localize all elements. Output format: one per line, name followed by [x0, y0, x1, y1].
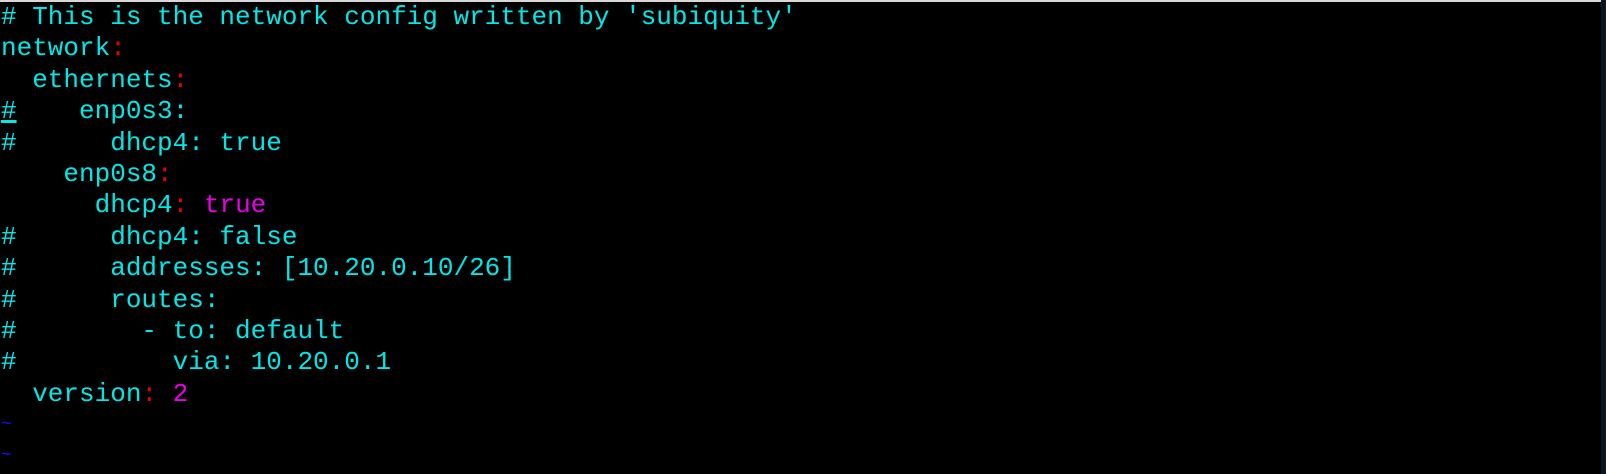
code-line[interactable]: # dhcp4: false [1, 222, 797, 253]
code-token: enp0s8 [1, 158, 158, 189]
code-token: dhcp4 [1, 190, 173, 221]
code-token: : [172, 190, 189, 221]
code-line[interactable]: ethernets: [1, 65, 797, 96]
code-token: # dhcp4: false [1, 221, 298, 252]
code-token: # - to: default [1, 315, 345, 346]
code-line[interactable]: # addresses: [10.20.0.10/26] [1, 253, 797, 284]
code-token: : [141, 378, 158, 409]
empty-buffer-line[interactable]: ~ [1, 410, 797, 441]
code-token: enp0s3: [16, 96, 189, 127]
code-line[interactable]: # enp0s3: [1, 96, 797, 127]
tilde-marker: ~ [1, 446, 12, 467]
empty-buffer-line[interactable]: ~ [1, 441, 797, 472]
vim-editor-buffer[interactable]: # This is the network config written by … [1, 2, 797, 473]
code-line[interactable]: # routes: [1, 285, 797, 316]
code-line[interactable]: # - to: default [1, 316, 797, 347]
code-token: : [110, 33, 126, 64]
code-token: # via: 10.20.0.1 [1, 347, 392, 378]
code-line[interactable]: # via: 10.20.0.1 [1, 347, 797, 378]
code-line[interactable]: enp0s8: [1, 159, 797, 190]
code-token: # routes: [1, 284, 220, 315]
code-token: 2 [172, 378, 189, 409]
code-token: network [1, 33, 111, 64]
code-token: true [203, 190, 267, 221]
tilde-marker: ~ [1, 415, 12, 436]
code-token: version [1, 378, 142, 409]
text-cursor: # [1, 96, 17, 127]
window-right-edge [1601, 0, 1606, 474]
code-line[interactable]: # dhcp4: true [1, 128, 797, 159]
code-token: # dhcp4: true [1, 127, 282, 158]
code-line[interactable]: version: 2 [1, 379, 797, 410]
code-token: : [157, 158, 173, 189]
code-token: # addresses: [10.20.0.10/26] [1, 253, 516, 284]
code-token: ethernets [1, 64, 173, 95]
code-line[interactable]: dhcp4: true [1, 190, 797, 221]
code-token: # This is the network config written by … [1, 2, 797, 32]
code-line[interactable]: network: [1, 33, 797, 64]
code-line[interactable]: # This is the network config written by … [1, 2, 797, 33]
code-token: : [172, 64, 189, 95]
